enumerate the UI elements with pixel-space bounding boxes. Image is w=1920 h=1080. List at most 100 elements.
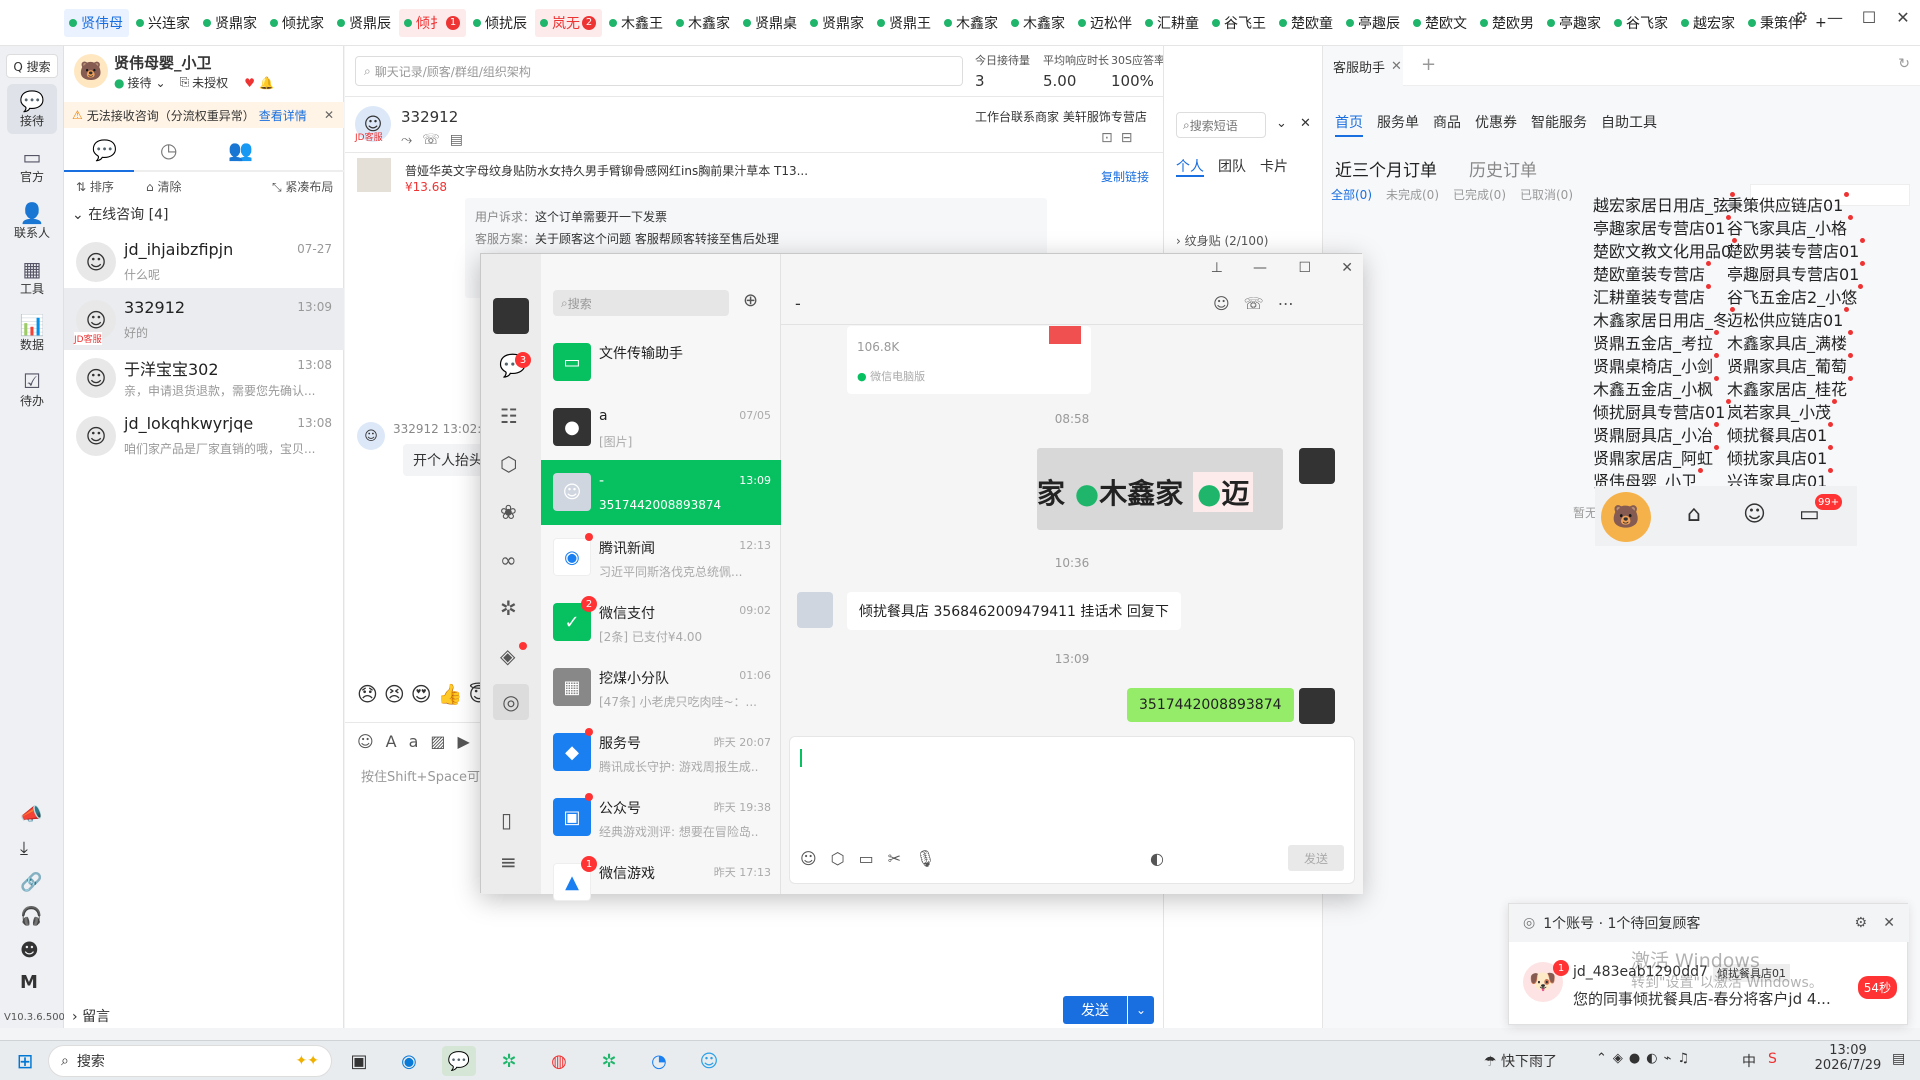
weather-widget[interactable]: ☂ 快下雨了	[1484, 1051, 1557, 1071]
input-toolbar[interactable]: ☺Aa▨▶	[357, 732, 482, 751]
mini-apps-icon[interactable]: ◎	[493, 684, 529, 720]
order-filter-2[interactable]: 已完成(0)	[1453, 188, 1506, 202]
tab-24[interactable]: 越宏家	[1676, 9, 1741, 37]
m-logo-icon[interactable]: M	[20, 972, 38, 993]
app-chat-icon[interactable]: ☺	[692, 1046, 726, 1076]
assist-nav-2[interactable]: 商品	[1433, 115, 1461, 131]
gear-icon[interactable]: ⚙	[1784, 8, 1818, 27]
headset-icon[interactable]: 🎧	[20, 906, 42, 927]
edge-icon[interactable]: ◉	[392, 1046, 426, 1076]
rail-search-button[interactable]: Q 搜索	[6, 54, 58, 78]
leave-message-item[interactable]: › 留言	[72, 1006, 110, 1026]
assist-nav-4[interactable]: 智能服务	[1531, 115, 1587, 131]
rail-item-tools[interactable]: ▦ 工具	[7, 252, 57, 302]
moments-icon[interactable]: ❀	[500, 500, 517, 524]
chat-icon[interactable]: ☺	[1743, 502, 1766, 527]
store-name[interactable]: 倾扰餐具店01	[1727, 422, 1834, 446]
add-icon[interactable]: ⊕	[743, 290, 758, 311]
agent-status[interactable]: 接待	[127, 74, 151, 91]
store-name[interactable]: 楚欧男装专营店01	[1727, 238, 1866, 262]
system-tray-icons[interactable]: ⌃◈●◐⌁♫	[1596, 1051, 1695, 1066]
close-icon[interactable]: ✕	[1886, 8, 1920, 27]
product-thumbnail[interactable]	[357, 158, 391, 192]
tab-22[interactable]: 亭趣家	[1542, 9, 1607, 37]
image-message[interactable]: 家 ●木鑫家 ●迈	[1037, 448, 1283, 530]
tab-19[interactable]: 亭趣辰	[1341, 9, 1406, 37]
tab-11[interactable]: 贤鼎家	[805, 9, 870, 37]
input-tools[interactable]: ☺⬡▭✂🎙	[800, 849, 949, 868]
received-message[interactable]: 倾扰餐具店 3568462009479411 挂话术 回复下	[847, 592, 1181, 630]
collapse-icon[interactable]: ⌄	[1276, 116, 1287, 131]
order-tab-1[interactable]: 历史订单	[1469, 161, 1537, 181]
tab-1[interactable]: 兴连家	[131, 9, 196, 37]
chat-bubble-icon[interactable]: 💬	[92, 138, 117, 162]
file-message[interactable]: 106.8K ● 微信电脑版	[847, 326, 1091, 394]
clear-button[interactable]: ⌂ 清除	[146, 178, 181, 195]
notice-link[interactable]: 查看详情	[259, 107, 307, 124]
store-name[interactable]: 谷飞家具店_小格	[1727, 215, 1854, 239]
taskbar-search-input[interactable]: ⌕ 搜索 ✦✦	[48, 1045, 332, 1077]
mini-program-icon[interactable]: ◈	[500, 644, 515, 668]
tab-10[interactable]: 贤鼎桌	[738, 9, 803, 37]
wechat-chat-item[interactable]: ✓ 微信支付 09:02 [2条] 已支付¥4.00 2	[541, 590, 781, 655]
store-name[interactable]: 越宏家居日用店_弦	[1593, 192, 1736, 216]
tab-6[interactable]: 倾扰辰	[468, 9, 533, 37]
store-name[interactable]: 亭趣家居专营店01	[1593, 215, 1732, 239]
order-filter-1[interactable]: 未完成(0)	[1386, 188, 1439, 202]
wechat-send-button[interactable]: 发送	[1288, 845, 1344, 871]
refresh-icon[interactable]: ↻	[1898, 56, 1910, 72]
rail-item-data[interactable]: 📊 数据	[7, 308, 57, 358]
home-icon[interactable]: ⌂	[1687, 502, 1701, 527]
chevron-down-icon[interactable]: ⌄	[156, 76, 166, 90]
assist-nav-3[interactable]: 优惠券	[1475, 115, 1517, 131]
wechat-search-input[interactable]: ⌕ 搜索	[553, 290, 729, 316]
gear-icon[interactable]: ⚙	[1854, 915, 1867, 931]
tab-2[interactable]: 贤鼎家	[198, 9, 263, 37]
tab-15[interactable]: 迈松伴	[1073, 9, 1138, 37]
tab-0[interactable]: 贤伟母	[64, 8, 129, 37]
store-name[interactable]: 木鑫家具店_满楼	[1727, 330, 1854, 354]
phrase-tab-2[interactable]: 卡片	[1260, 159, 1288, 175]
product-title[interactable]: 普娅华英文字母纹身贴防水女持久男手臂铆骨感网红ins胸前果汁草本 T13...	[405, 162, 808, 179]
wechat-taskbar-icon[interactable]: 💬	[442, 1046, 476, 1076]
app-red-icon[interactable]: ◍	[542, 1046, 576, 1076]
wechat-chat-item[interactable]: ◉ 腾讯新闻 12:13 习近平同斯洛伐克总统佩...	[541, 525, 781, 590]
tab-23[interactable]: 谷飞家	[1609, 9, 1674, 37]
app-star-icon[interactable]: ✲	[492, 1046, 526, 1076]
maximize-icon[interactable]: ☐	[1298, 260, 1311, 276]
order-filter-0[interactable]: 全部(0)	[1331, 188, 1372, 202]
customer-actions[interactable]: ⤳☏▤	[401, 132, 473, 148]
global-search-input[interactable]: ⌕ 聊天记录/顾客/群组/组织架构	[355, 56, 963, 86]
notifications-icon[interactable]: ▤	[1892, 1051, 1905, 1067]
assist-nav-5[interactable]: 自助工具	[1601, 115, 1657, 131]
chat-header-tools[interactable]: ☺☏⋯	[1213, 294, 1308, 313]
tab-5[interactable]: 倾扌 1	[399, 8, 466, 37]
bot-avatar[interactable]: 🐻	[1601, 492, 1651, 542]
assist-nav-1[interactable]: 服务单	[1377, 115, 1419, 131]
wechat-chat-item[interactable]: ▲ 微信游戏 昨天 17:13 1	[541, 850, 781, 915]
store-name[interactable]: 亭趣厨具专营店01	[1727, 261, 1866, 285]
wechat-chat-item[interactable]: ☺ - 13:09 3517442008893874	[541, 460, 781, 525]
store-name[interactable]: 木鑫五金店_小枫	[1593, 376, 1720, 400]
tab-9[interactable]: 木鑫家	[671, 9, 736, 37]
wechat-chat-item[interactable]: ▭ 文件传输助手	[541, 330, 781, 395]
close-icon[interactable]: ✕	[1300, 116, 1311, 131]
sogou-icon[interactable]: S	[1768, 1051, 1777, 1067]
wechat-avatar[interactable]	[493, 298, 529, 334]
tab-17[interactable]: 谷飞王	[1207, 9, 1272, 37]
store-name[interactable]: 楚欧文教文化用品0	[1593, 238, 1738, 262]
rail-item-todo[interactable]: ☑ 待办	[7, 364, 57, 414]
agent-avatar[interactable]: 🐻	[74, 54, 108, 88]
assist-nav-0[interactable]: 首页	[1335, 115, 1363, 137]
rail-item-contacts[interactable]: 👤 联系人	[7, 196, 57, 246]
tab-3[interactable]: 倾扰家	[265, 9, 330, 37]
rail-item-reception[interactable]: 💬 接待	[7, 84, 57, 134]
store-name[interactable]: 迈松供应链店01	[1727, 307, 1850, 331]
order-tab-0[interactable]: 近三个月订单	[1335, 161, 1437, 181]
store-name[interactable]: 倾扰家具店01	[1727, 445, 1834, 469]
phone-icon[interactable]: ▯	[501, 808, 512, 832]
assist-tab[interactable]: 客服助手 ✕	[1323, 46, 1403, 86]
wechat-input-box[interactable]: ☺⬡▭✂🎙 ◐ 发送	[789, 736, 1355, 884]
task-view-icon[interactable]: ▣	[342, 1046, 376, 1076]
close-icon[interactable]: ✕	[1391, 59, 1402, 74]
